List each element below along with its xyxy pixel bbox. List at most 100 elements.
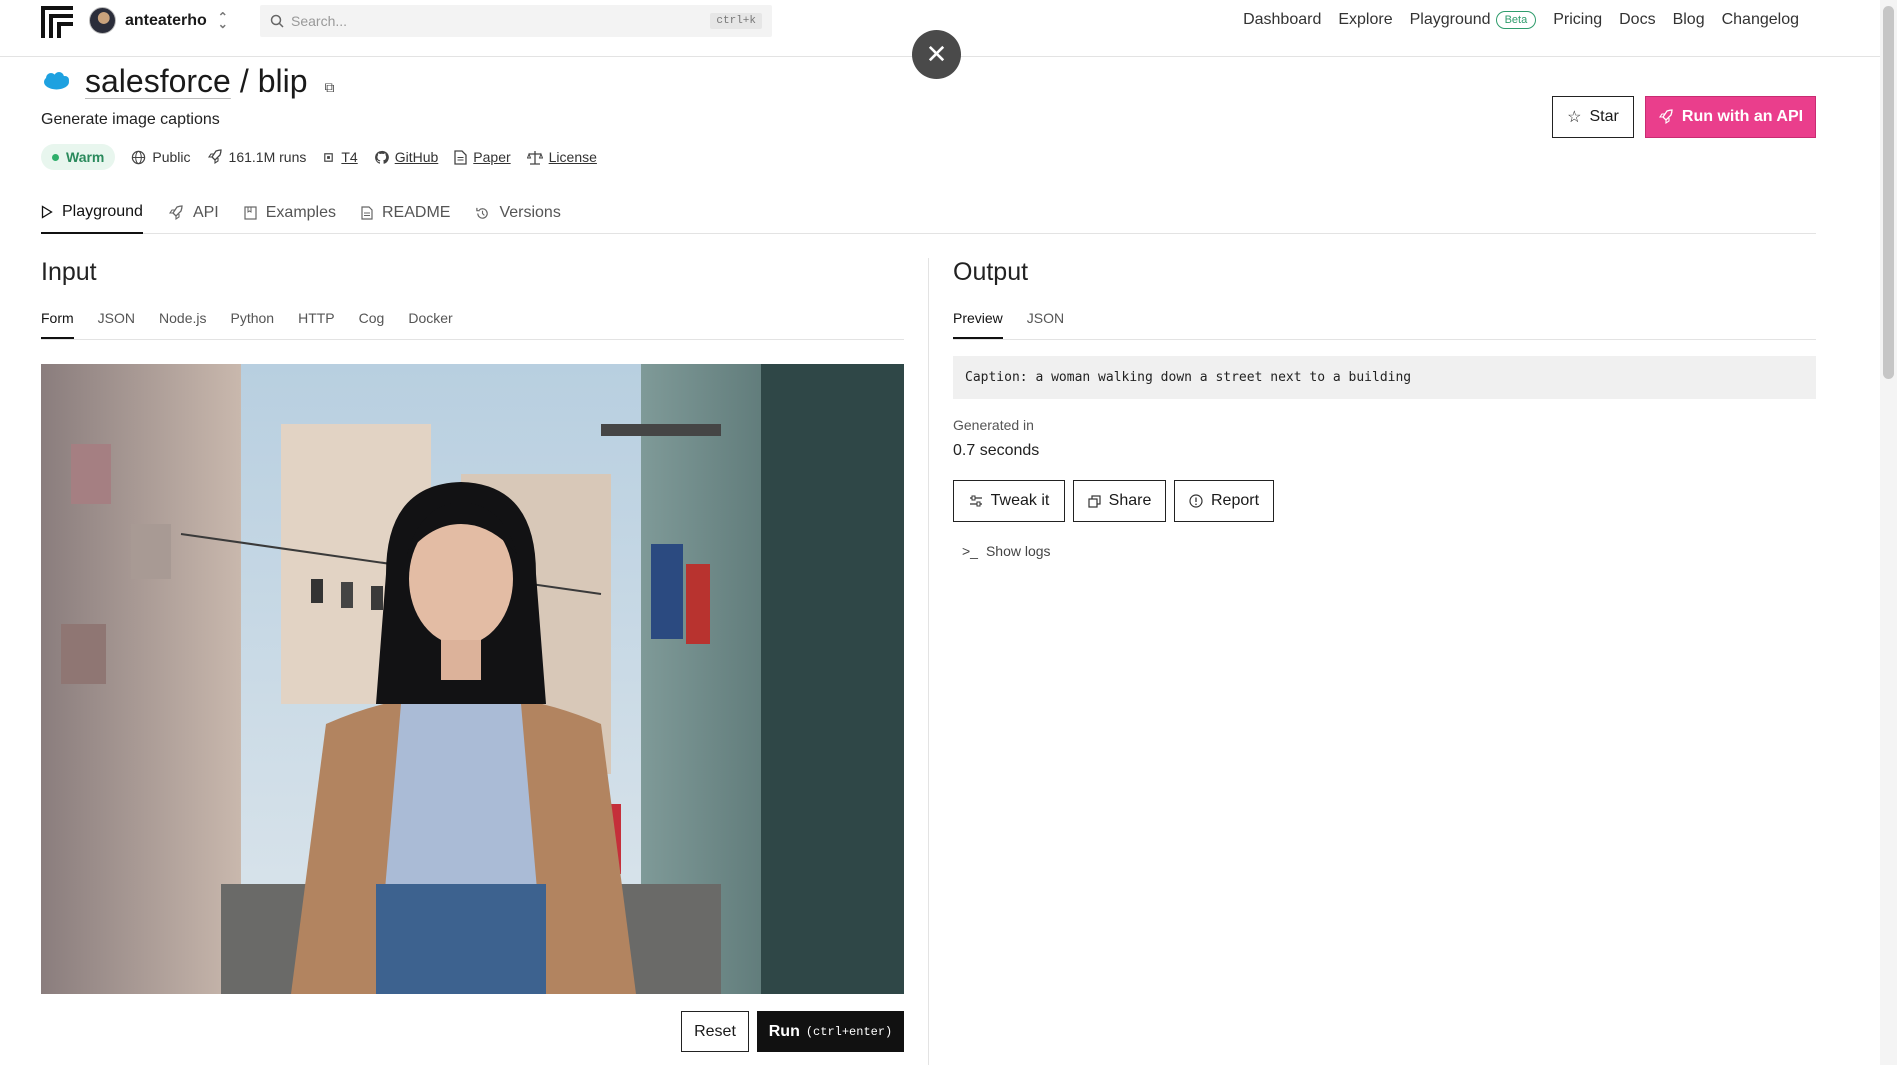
copy-icon (1088, 494, 1101, 508)
github-link[interactable]: GitHub (374, 149, 439, 165)
nav-links: Dashboard Explore Playground Beta Pricing… (1243, 11, 1799, 29)
input-image[interactable] (41, 364, 904, 994)
status-dot (52, 153, 59, 161)
status-badge: Warm (41, 144, 116, 170)
rocket-icon (1658, 109, 1673, 125)
output-tab-preview[interactable]: Preview (953, 310, 1003, 339)
license-label: License (548, 149, 597, 165)
page-scrollbar[interactable] (1880, 0, 1897, 1065)
copy-icon[interactable]: ⧉ (325, 79, 335, 96)
nav-blog[interactable]: Blog (1673, 11, 1705, 29)
nav-changelog[interactable]: Changelog (1722, 11, 1799, 29)
show-logs-toggle[interactable]: >_ Show logs (962, 543, 1051, 559)
chevron-updown-icon: ⌃ ⌄ (217, 9, 228, 31)
nav-pricing[interactable]: Pricing (1553, 11, 1602, 29)
paper-label: Paper (473, 149, 511, 165)
tab-playground[interactable]: Playground (41, 196, 143, 234)
run-label: Run (768, 1022, 800, 1040)
tab-readme[interactable]: README (361, 196, 450, 234)
input-image-illustration (41, 364, 904, 994)
scale-icon (526, 150, 543, 165)
document-icon (361, 206, 373, 220)
report-button[interactable]: Report (1174, 480, 1274, 522)
run-with-api-label: Run with an API (1681, 108, 1804, 125)
generated-in-label: Generated in (953, 417, 1034, 433)
star-icon: ☆ (1567, 109, 1582, 126)
tab-readme-label: README (382, 204, 451, 221)
visibility: Public (131, 149, 191, 165)
nav-playground[interactable]: Playground Beta (1410, 11, 1537, 29)
tab-api[interactable]: API (168, 196, 219, 234)
show-logs-label: Show logs (985, 543, 1051, 559)
nav-dashboard[interactable]: Dashboard (1243, 11, 1321, 29)
model-meta: Warm Public 161.1M runs T4 GitHub Paper … (41, 144, 597, 170)
generated-in-value: 0.7 seconds (953, 442, 1040, 459)
run-button[interactable]: Run (ctrl+enter) (757, 1011, 904, 1052)
column-divider (928, 258, 929, 1065)
tab-examples-label: Examples (265, 204, 336, 221)
page-title: salesforce / blip ⧉ (85, 63, 335, 100)
bookmark-icon (244, 206, 257, 220)
globe-icon (132, 150, 146, 164)
search-shortcut: ctrl+k (710, 13, 762, 29)
title-separator: / (239, 63, 249, 99)
close-button[interactable]: ✕ (912, 30, 961, 79)
share-button[interactable]: Share (1073, 480, 1166, 522)
username: anteaterho (125, 11, 207, 29)
replicate-logo[interactable] (40, 5, 74, 39)
tweak-label: Tweak it (990, 492, 1050, 509)
model-tabs: Playground API Examples README Versions (41, 196, 1816, 234)
owner-link[interactable]: salesforce (85, 63, 231, 100)
input-format-tabs: Form JSON Node.js Python HTTP Cog Docker (41, 310, 904, 340)
output-caption: Caption: a woman walking down a street n… (953, 356, 1816, 399)
sliders-icon (969, 495, 982, 507)
close-icon: ✕ (925, 39, 948, 69)
input-tab-python[interactable]: Python (230, 310, 274, 339)
account-switcher[interactable]: anteaterho ⌃ ⌄ (89, 7, 228, 34)
tab-api-label: API (192, 204, 219, 221)
model-description: Generate image captions (41, 111, 220, 128)
model-name: blip (257, 63, 308, 99)
hardware-link[interactable]: T4 (322, 149, 358, 165)
scrollbar-thumb[interactable] (1883, 6, 1894, 379)
document-icon (454, 149, 467, 165)
nav-docs[interactable]: Docs (1619, 11, 1655, 29)
search-icon (270, 14, 284, 28)
tab-versions[interactable]: Versions (475, 196, 561, 234)
tab-versions-label: Versions (499, 204, 561, 221)
search-placeholder: Search... (291, 13, 348, 29)
input-tab-docker[interactable]: Docker (408, 310, 452, 339)
hardware-label: T4 (341, 149, 358, 165)
input-tab-json[interactable]: JSON (98, 310, 135, 339)
rocket-icon (207, 149, 222, 165)
github-label: GitHub (394, 149, 439, 165)
input-tab-nodejs[interactable]: Node.js (159, 310, 206, 339)
status-label: Warm (66, 149, 105, 165)
paper-link[interactable]: Paper (454, 149, 511, 165)
rocket-icon (168, 205, 183, 221)
output-heading: Output (953, 258, 1029, 286)
reset-button[interactable]: Reset (681, 1011, 749, 1052)
license-link[interactable]: License (526, 149, 597, 165)
input-tab-http[interactable]: HTTP (298, 310, 335, 339)
search-input[interactable]: Search... ctrl+k (260, 5, 772, 37)
star-button[interactable]: ☆ Star (1552, 96, 1634, 138)
tweak-button[interactable]: Tweak it (953, 480, 1065, 522)
salesforce-logo (44, 72, 69, 90)
avatar (89, 7, 116, 34)
run-count: 161.1M runs (207, 149, 307, 165)
chip-icon (324, 152, 334, 162)
run-count-label: 161.1M runs (228, 149, 307, 165)
visibility-label: Public (152, 149, 191, 165)
run-with-api-button[interactable]: Run with an API (1645, 96, 1816, 138)
input-tab-form[interactable]: Form (41, 310, 74, 339)
terminal-icon: >_ (962, 543, 978, 559)
history-icon (476, 207, 489, 219)
output-tab-json[interactable]: JSON (1027, 310, 1064, 339)
input-tab-cog[interactable]: Cog (359, 310, 385, 339)
tab-playground-label: Playground (62, 203, 143, 220)
tab-examples[interactable]: Examples (244, 196, 336, 234)
share-label: Share (1108, 492, 1152, 509)
input-heading: Input (41, 258, 97, 286)
nav-explore[interactable]: Explore (1338, 11, 1392, 29)
